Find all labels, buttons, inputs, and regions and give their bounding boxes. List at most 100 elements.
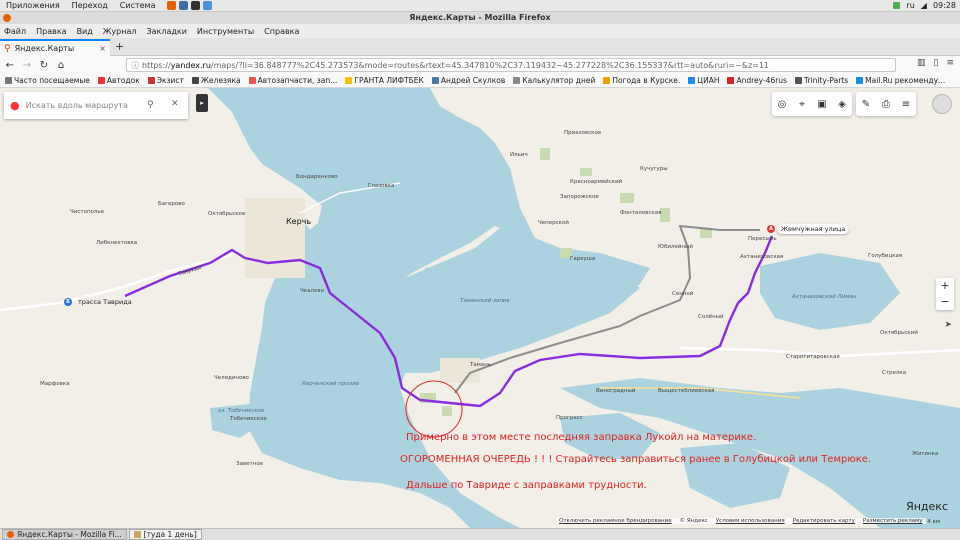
place-label: Ильич — [510, 152, 528, 158]
terms-link[interactable]: Условия использования — [716, 518, 785, 524]
menu-help[interactable]: Справка — [264, 27, 299, 36]
reload-button[interactable]: ↻ — [37, 60, 51, 71]
bookmark-item[interactable]: Калькулятор дней — [513, 76, 595, 85]
collapse-panel-button[interactable]: ▸ — [196, 94, 208, 112]
site-info-icon[interactable]: ⓘ — [131, 60, 139, 71]
chromium-launcher-icon[interactable] — [203, 1, 213, 10]
bookmark-item[interactable]: Автодок — [97, 76, 140, 85]
bookmark-label: Андрей Скулков — [440, 76, 506, 85]
bookmark-label: Mail.Ru рекоменду... — [865, 76, 946, 85]
zoom-in-button[interactable]: + — [936, 278, 954, 294]
hamburger-menu-icon[interactable]: ≡ — [946, 58, 954, 68]
tab-yandex-maps[interactable]: ⚲ Яндекс.Карты × — [0, 39, 110, 56]
place-label: Виноградный — [596, 388, 636, 394]
clock[interactable]: 09:28 — [933, 1, 956, 10]
sidebar-icon[interactable]: ▯ — [934, 58, 939, 68]
mail-launcher-icon[interactable] — [179, 1, 189, 10]
menu-bookmarks[interactable]: Закладки — [146, 27, 186, 36]
place-label: Либкнехтовка — [96, 240, 138, 246]
menu-file[interactable]: Файл — [4, 27, 26, 36]
bookmark-label: Калькулятор дней — [522, 76, 596, 85]
taskbar-item-firefox[interactable]: Яндекс.Карты - Mozilla Fi... — [2, 529, 127, 540]
new-tab-button[interactable]: + — [115, 40, 124, 53]
search-icon[interactable]: ⚲ — [147, 100, 154, 110]
route-point-b[interactable]: Б трасса Таврида — [64, 297, 136, 307]
close-icon[interactable]: ✕ — [171, 99, 179, 109]
place-label: Жигинка — [912, 451, 939, 457]
layers-icon[interactable]: ◈ — [832, 92, 852, 116]
city-label-kerch: Керчь — [286, 217, 312, 226]
location-arrow-icon[interactable]: ➤ — [944, 320, 952, 330]
zoom-out-button[interactable]: − — [936, 294, 954, 310]
browser-launcher-icon[interactable] — [167, 1, 177, 10]
window-title-bar: Яндекс.Карты - Mozilla Firefox — [0, 12, 960, 24]
route-search-box[interactable]: ● Искать вдоль маршрута ⚲ ✕ — [4, 92, 188, 119]
system-panel: Приложения Переход Система ru ◢ 09:28 — [0, 0, 960, 12]
yandex-logo: Яндекс — [906, 500, 948, 513]
map-view[interactable]: Керчь Приазовское Ильич Кучугуры Красноа… — [0, 88, 960, 528]
bookmark-item[interactable]: Погода в Курске. — [603, 76, 680, 85]
place-label: Ахтанизовская — [740, 254, 784, 260]
keyboard-layout[interactable]: ru — [906, 1, 914, 10]
bookmark-favicon-icon — [856, 77, 864, 84]
menu-view[interactable]: Вид — [77, 27, 93, 36]
green-field-1 — [540, 148, 550, 160]
ruler-icon[interactable]: ✎ — [856, 92, 876, 116]
url-host: yandex.ru — [170, 60, 211, 70]
bookmark-item[interactable]: Экзист — [147, 76, 184, 85]
place-label: Стрелка — [882, 370, 907, 376]
bookmark-item[interactable]: Железяка — [191, 76, 241, 85]
route-search-input[interactable]: Искать вдоль маршрута — [26, 101, 128, 110]
library-icon[interactable]: ▥ — [917, 58, 926, 68]
menu-edit[interactable]: Правка — [36, 27, 66, 36]
tab-close-icon[interactable]: × — [99, 44, 106, 53]
transport-icon[interactable]: ▣ — [812, 92, 832, 116]
user-avatar[interactable] — [932, 94, 952, 114]
forward-button[interactable]: → — [20, 60, 34, 71]
place-label: Марфовка — [40, 381, 70, 387]
route-point-b-badge: Б — [64, 298, 72, 306]
zoom-control: + − — [936, 278, 954, 310]
bookmark-label: ЦИАН — [697, 76, 720, 85]
place-label: Чеперской — [538, 220, 569, 226]
place-label: Глазовка — [368, 183, 395, 189]
back-button[interactable]: ← — [3, 60, 17, 71]
menu-tools[interactable]: Инструменты — [197, 27, 254, 36]
bookmark-item[interactable]: Андрей Скулков — [431, 76, 506, 85]
place-label: Багерово — [158, 201, 185, 207]
tray-app-icon[interactable] — [893, 2, 901, 9]
bookmark-item[interactable]: Andrey-46rus — [727, 76, 787, 85]
taskbar-item-label: Яндекс.Карты - Mozilla Fi... — [17, 530, 122, 539]
applications-menu[interactable]: Приложения — [4, 1, 62, 10]
water-label-kerch-strait: Керченский пролив — [302, 381, 360, 387]
volume-icon[interactable]: ◢ — [921, 1, 927, 10]
advertise-link[interactable]: Разместить рекламу — [863, 518, 923, 524]
bookmark-item[interactable]: ЦИАН — [688, 76, 719, 85]
tab-strip: ⚲ Яндекс.Карты × + — [0, 38, 960, 56]
print-icon[interactable]: ⎙ — [876, 92, 896, 116]
bookmark-item[interactable]: Trinity-Parts — [794, 76, 848, 85]
bookmark-item[interactable]: ГРАНТА ЛИФТБЕК — [345, 76, 424, 85]
route-point-a[interactable]: А Жемчужная улица — [767, 224, 850, 234]
disable-ad-branding-link[interactable]: Отключить рекламное брендирование — [559, 518, 672, 524]
url-bar[interactable]: ⓘ https://yandex.ru/maps/?ll=36.848777%2… — [126, 58, 896, 72]
panorama-icon[interactable]: ⌖ — [792, 92, 812, 116]
traffic-icon[interactable]: ◎ — [772, 92, 792, 116]
bookmark-item[interactable]: Часто посещаемые — [5, 76, 90, 85]
taskbar-item-folder[interactable]: [туда 1 день] — [128, 529, 202, 540]
bookmark-item[interactable]: Автозапчасти, зап... — [248, 76, 337, 85]
places-menu[interactable]: Переход — [70, 1, 110, 10]
yandex-maps-favicon-icon: ⚲ — [4, 43, 11, 54]
place-label: Челядиново — [214, 375, 249, 381]
bookmark-favicon-icon — [248, 77, 256, 84]
system-menu[interactable]: Система — [118, 1, 158, 10]
place-label: Сенной — [672, 291, 694, 297]
home-button[interactable]: ⌂ — [54, 60, 68, 71]
terminal-launcher-icon[interactable] — [191, 1, 201, 10]
edit-map-link[interactable]: Редактировать карту — [793, 518, 855, 524]
yandex-pin-icon: ● — [10, 99, 20, 112]
bookmark-item[interactable]: Mail.Ru рекоменду... — [856, 76, 945, 85]
more-icon[interactable]: ≡ — [896, 92, 916, 116]
menu-history[interactable]: Журнал — [103, 27, 137, 36]
folder-task-icon — [133, 531, 141, 538]
